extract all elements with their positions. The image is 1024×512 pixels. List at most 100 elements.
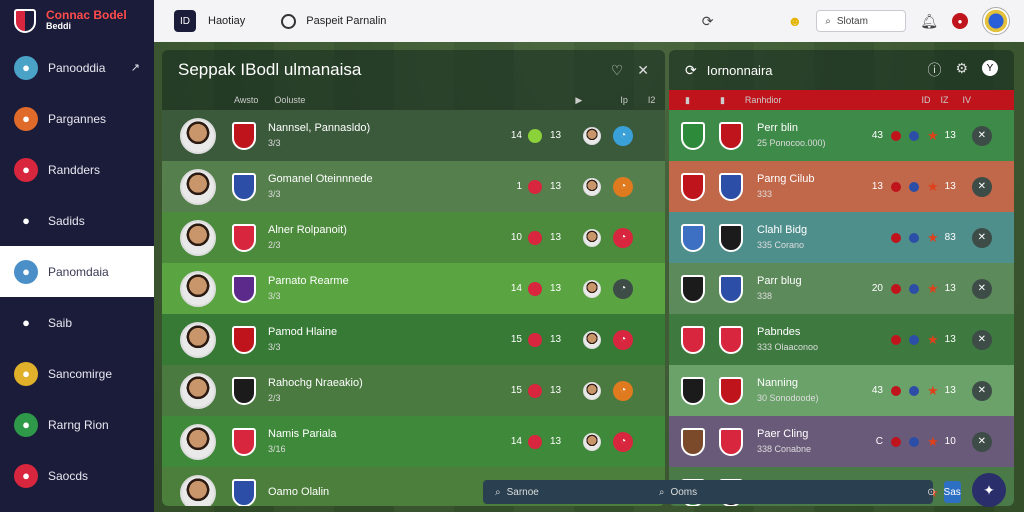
club-crest-icon (719, 172, 743, 201)
action-button[interactable]: ◔ (613, 329, 634, 350)
stat-2: 13 (550, 385, 562, 396)
dismiss-button[interactable]: ✕ (971, 125, 992, 146)
heart-icon[interactable]: ♡ (611, 62, 624, 79)
sidebar-item[interactable]: ● Rarng Rion (0, 399, 154, 450)
status-dot-icon (909, 232, 919, 243)
app-logo-icon[interactable]: ID (174, 10, 196, 32)
filter-icon[interactable]: ⊙ (927, 487, 935, 498)
sidebar-item[interactable]: ● Sancomirge (0, 348, 154, 399)
club-crest-icon (681, 427, 705, 456)
home-link[interactable]: Haotiay (208, 15, 245, 27)
sidebar-item[interactable]: ● Randders (0, 144, 154, 195)
status-dot-icon (891, 181, 901, 192)
action-button[interactable]: ◔ (613, 176, 634, 197)
dismiss-button[interactable]: ✕ (971, 227, 992, 248)
table-row[interactable]: Nannsel, Pannasldo) 3/3 14 13 ◔ (162, 110, 665, 161)
row-name: Pabndes (757, 325, 801, 338)
stat-2: 13 (550, 130, 562, 141)
help-icon[interactable]: Y (982, 60, 998, 76)
row-text: Parr blug 338 (757, 274, 865, 304)
table-row[interactable]: Perr blin 25 Ponocoo.000) 43 ★ 13 ✕ (669, 110, 1014, 161)
club-crest-icon (232, 376, 256, 405)
sidebar-item-label: Sadids (48, 213, 85, 228)
stat-1: 14 (510, 130, 522, 141)
club-crest-icon (232, 478, 256, 506)
table-row[interactable]: Clahl Bidg 335 Corano ★ 83 ✕ (669, 212, 1014, 263)
table-row[interactable]: Alner Rolpanoit) 2/3 10 13 ◔ (162, 212, 665, 263)
sidebar: Connac Bodel Beddi ● Panooddia ↗ ● Pargannes… (0, 0, 154, 512)
emoji-icon[interactable]: ☻ (787, 13, 802, 29)
search-input[interactable]: ⌕ Slotam (816, 10, 907, 32)
stat-2: 13 (550, 232, 562, 243)
radio-icon[interactable] (281, 13, 297, 29)
info-icon[interactable]: ⓘ (927, 60, 941, 80)
table-row[interactable]: Namis Pariala 3/16 14 13 ◔ (162, 416, 665, 467)
bell-icon[interactable]: 🔔︎ (920, 13, 938, 30)
star-icon: ★ (927, 229, 939, 245)
sidebar-item[interactable]: ● Panomdaia (0, 246, 154, 297)
action-button[interactable]: ◔ (613, 380, 634, 401)
table-row[interactable]: Nanning 30 Sonodoode) 43 ★ 13 ✕ (669, 365, 1014, 416)
table-row[interactable]: Parng Cilub 333 13 ★ 13 ✕ (669, 161, 1014, 212)
sidebar-item[interactable]: ● Sadids (0, 195, 154, 246)
row-text: Nannsel, Pannasldo) 3/3 (268, 121, 498, 151)
table-row[interactable]: Pabndes 333 Olaaconoo ★ 13 ✕ (669, 314, 1014, 365)
brand[interactable]: Connac Bodel Beddi (0, 0, 154, 42)
search-placeholder: Slotam (836, 15, 868, 27)
star-icon: ★ (927, 178, 939, 194)
col-b: ID (921, 95, 931, 105)
dismiss-button[interactable]: ✕ (971, 278, 992, 299)
action-button[interactable]: ◔ (613, 227, 634, 248)
status-dot-icon (528, 179, 542, 194)
sidebar-item[interactable]: ● Pargannes (0, 93, 154, 144)
table-row[interactable]: Parr blug 338 20 ★ 13 ✕ (669, 263, 1014, 314)
dismiss-button[interactable]: ✕ (971, 380, 992, 401)
refresh-icon[interactable]: ⟳ (685, 62, 697, 79)
status-dot-icon (528, 281, 542, 296)
search-button[interactable]: Sas (943, 481, 961, 503)
mini-avatar (583, 228, 602, 247)
stat-2: 13 (944, 283, 956, 294)
settings-icon[interactable]: ⚙ (955, 60, 968, 80)
close-icon[interactable]: ✕ (637, 62, 649, 79)
status-dot-icon (909, 130, 919, 141)
status-dot-icon (909, 181, 919, 192)
action-button[interactable]: ◔ (613, 431, 634, 452)
club-crest-icon (719, 325, 743, 354)
col-c: IZ (940, 95, 949, 105)
row-sub: 3/3 (268, 341, 281, 352)
sidebar-item-label: Saocds (48, 468, 89, 483)
table-row[interactable]: Pamod Hlaine 3/3 15 13 ◔ (162, 314, 665, 365)
sidebar-item[interactable]: ● Panooddia ↗ (0, 42, 154, 93)
avatar[interactable] (982, 7, 1010, 35)
stat-2: 13 (944, 385, 956, 396)
action-button[interactable]: ◔ (613, 278, 634, 299)
stat-2: 13 (944, 130, 956, 141)
player-avatar (180, 321, 216, 358)
stat-1: 1 (516, 181, 522, 192)
row-text: Pamod Hlaine 3/3 (268, 325, 498, 355)
table-row[interactable]: Gomanel Oteinnnede 3/3 1 13 ◔ (162, 161, 665, 212)
refresh-icon[interactable]: ⟳ (702, 13, 714, 30)
row-text: Oamo Olalin (268, 485, 498, 500)
club-crest-icon (232, 172, 256, 201)
dismiss-button[interactable]: ✕ (971, 176, 992, 197)
status-dot-icon (909, 334, 919, 345)
table-row[interactable]: Paer Cling 338 Conabne C ★ 10 ✕ (669, 416, 1014, 467)
sidebar-item[interactable]: ● Saocds (0, 450, 154, 501)
dismiss-button[interactable]: ✕ (971, 431, 992, 452)
action-button[interactable]: ◔ (613, 125, 634, 146)
crest-icon: ● (14, 361, 38, 386)
notification-icon[interactable]: ● (952, 13, 968, 29)
sidebar-item[interactable]: ● Saib (0, 297, 154, 348)
magic-fab-button[interactable]: ✦ (972, 473, 1006, 507)
search-tab[interactable]: Paspeit Parnalin (306, 15, 386, 27)
stat-2: 13 (550, 436, 562, 447)
table-row[interactable]: Rahochg Nraeakio) 2/3 15 13 ◔ (162, 365, 665, 416)
brand-top: Connac Bodel (46, 8, 127, 22)
stat-2: 10 (944, 436, 956, 447)
table-row[interactable]: Parnato Rearme 3/3 14 13 ◔ (162, 263, 665, 314)
dismiss-button[interactable]: ✕ (971, 329, 992, 350)
bottom-search-bar[interactable]: ⌕ Sarnoe ⌕ Ooms ⊙ Sas (483, 480, 961, 504)
expand-icon[interactable]: ↗ (131, 61, 140, 74)
